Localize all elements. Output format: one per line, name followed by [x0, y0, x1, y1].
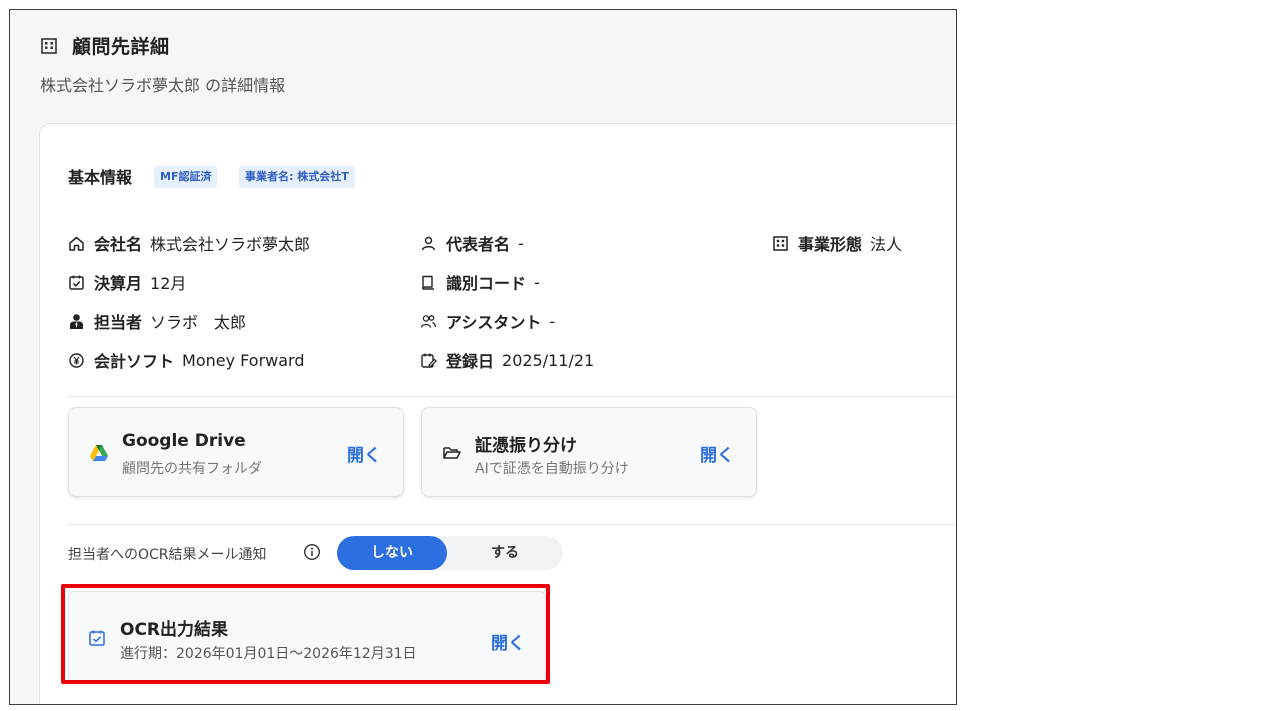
field-label: 登録日 — [446, 352, 495, 371]
app-frame: 顧問先詳細 株式会社ソラボ夢太郎 の詳細情報 基本情報 MF認証済 事業者名: … — [9, 9, 957, 705]
field-identification-code: 識別コード - — [420, 270, 540, 294]
building-icon — [41, 38, 57, 54]
ocr-mail-notification-label: 担当者へのOCR結果メール通知 — [68, 547, 267, 563]
mf-verified-badge: MF認証済 — [154, 166, 218, 188]
folder-open-icon — [443, 447, 461, 459]
field-assistant: アシスタント - — [420, 309, 555, 333]
calendar-check-icon — [68, 274, 85, 291]
open-voucher-sorting-button[interactable]: 開く — [700, 441, 734, 466]
field-person-in-charge: 担当者 ソラボ 太郎 — [68, 309, 246, 333]
field-value: ソラボ 太郎 — [150, 313, 247, 332]
info-icon[interactable] — [303, 543, 321, 561]
section-title-basic-info: 基本情報 — [68, 168, 133, 187]
divider — [68, 524, 956, 525]
field-label: 会計ソフト — [94, 352, 175, 371]
field-label: 事業形態 — [798, 235, 863, 254]
toggle-option-on[interactable]: する — [451, 536, 559, 570]
field-value: 12月 — [150, 274, 187, 293]
card-subtitle: AIで証憑を自動振り分け — [475, 461, 629, 477]
calendar-edit-icon — [420, 352, 437, 369]
calendar-check-icon — [89, 630, 105, 646]
field-label: 会社名 — [94, 235, 143, 254]
card-subtitle: 顧問先の共有フォルダ — [122, 461, 262, 477]
field-value: - — [549, 311, 556, 331]
toggle-option-off[interactable]: しない — [337, 536, 447, 570]
users-icon — [420, 313, 437, 330]
field-accounting-software: 会計ソフト Money Forward — [68, 348, 305, 372]
business-name-badge: 事業者名: 株式会社T — [239, 166, 355, 188]
field-registration-date: 登録日 2025/11/21 — [420, 348, 594, 372]
field-label: 代表者名 — [446, 235, 511, 254]
page-title: 顧問先詳細 — [72, 36, 170, 58]
user-icon — [420, 235, 437, 252]
ocr-results-card[interactable]: OCR出力結果 進行期：2026年01月01日〜2026年12月31日 開く — [68, 591, 546, 683]
currency-icon — [68, 352, 85, 369]
field-representative: 代表者名 - — [420, 231, 524, 255]
field-value: 2025/11/21 — [502, 350, 595, 370]
field-fiscal-month: 決算月 12月 — [68, 270, 186, 294]
field-business-type: 事業形態 法人 — [772, 231, 902, 255]
field-value: Money Forward — [182, 350, 305, 370]
field-label: 決算月 — [94, 274, 143, 293]
card-title: 証憑振り分け — [475, 436, 577, 456]
field-value: 法人 — [870, 235, 903, 254]
card-title: Google Drive — [122, 431, 246, 451]
field-value: - — [534, 272, 540, 292]
field-label: 識別コード — [446, 274, 527, 293]
field-label: 担当者 — [94, 313, 143, 332]
home-icon — [68, 235, 85, 252]
field-value: 株式会社ソラボ夢太郎 — [150, 235, 311, 254]
client-detail-card: 基本情報 MF認証済 事業者名: 株式会社T 会社名 株式会社ソラボ夢太郎 代表… — [39, 123, 956, 704]
card-title: OCR出力結果 — [120, 620, 229, 640]
google-drive-icon — [90, 445, 108, 461]
person-tie-icon — [68, 313, 85, 330]
open-google-drive-button[interactable]: 開く — [347, 441, 381, 466]
field-company-name: 会社名 株式会社ソラボ夢太郎 — [68, 231, 310, 255]
card-subtitle: 進行期：2026年01月01日〜2026年12月31日 — [120, 646, 417, 662]
page-subtitle: 株式会社ソラボ夢太郎 の詳細情報 — [40, 76, 286, 95]
code-icon — [420, 274, 437, 291]
building-icon — [772, 235, 789, 252]
google-drive-card[interactable]: Google Drive 顧問先の共有フォルダ 開く — [68, 407, 404, 497]
field-value: - — [518, 233, 524, 253]
open-ocr-results-button[interactable]: 開く — [491, 629, 525, 654]
field-label: アシスタント — [446, 313, 542, 332]
divider — [68, 396, 956, 397]
ocr-mail-notification-toggle: しない する — [337, 536, 563, 570]
voucher-sorting-card[interactable]: 証憑振り分け AIで証憑を自動振り分け 開く — [421, 407, 757, 497]
